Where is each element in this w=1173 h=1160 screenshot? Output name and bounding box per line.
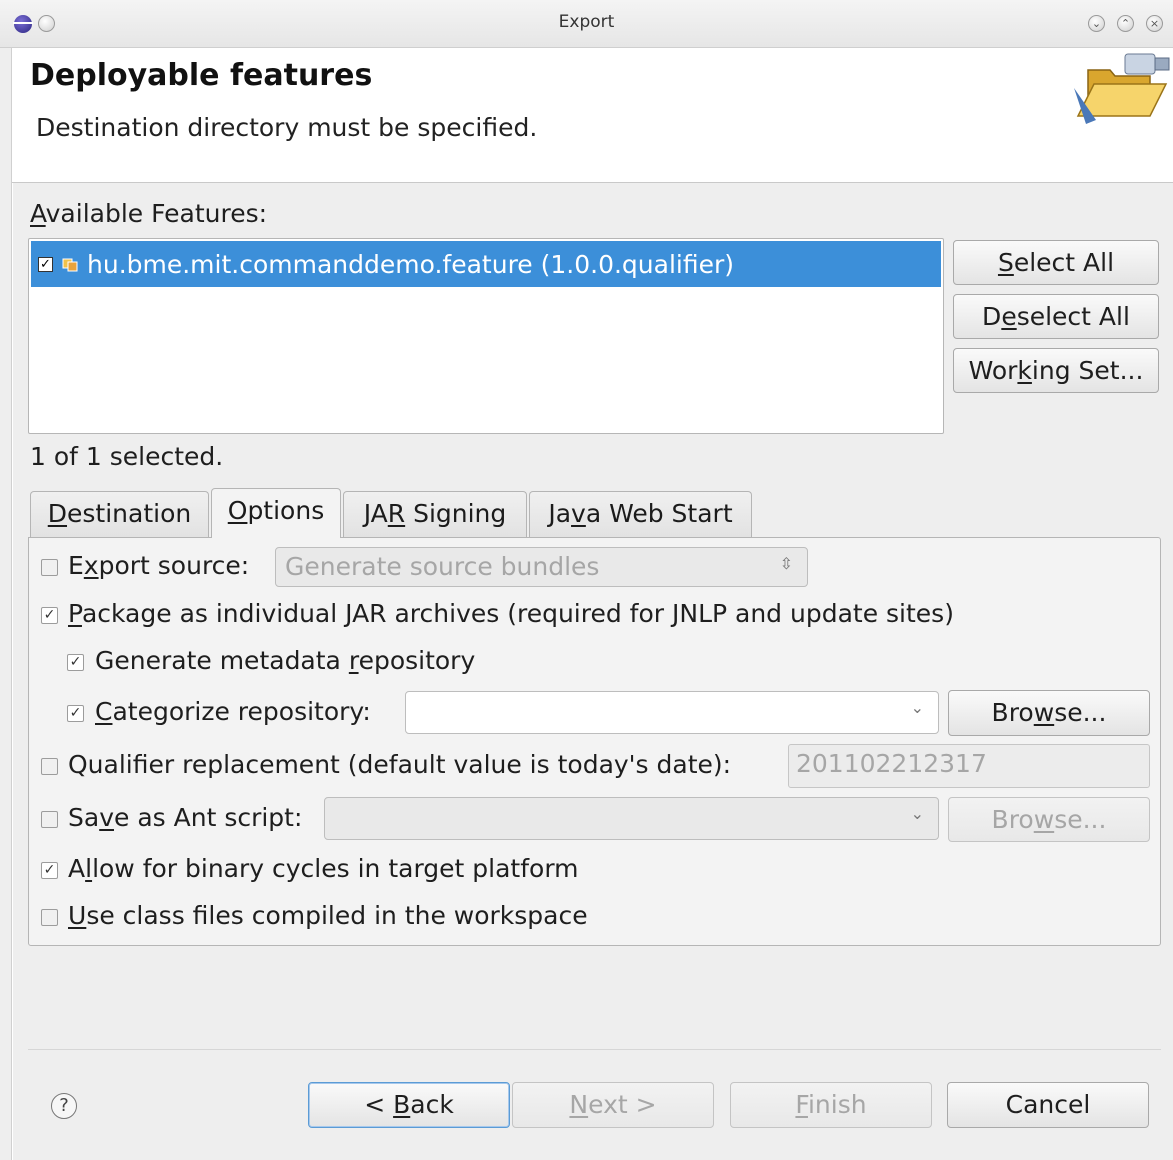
ant-script-combo[interactable]: ⌄ (324, 797, 939, 840)
close-icon[interactable]: × (1146, 15, 1163, 32)
categorize-browse-button[interactable]: Browse... (948, 690, 1150, 736)
deselect-all-button[interactable]: Deselect All (953, 294, 1159, 339)
ant-script-label: Save as Ant script: (68, 803, 303, 832)
binary-cycles-label: Allow for binary cycles in target platfo… (68, 854, 579, 883)
spinner-icon: ⇳ (779, 554, 793, 573)
class-files-label: Use class files compiled in the workspac… (68, 901, 588, 930)
qualifier-checkbox[interactable] (41, 758, 58, 775)
next-button[interactable]: Next > (512, 1082, 714, 1128)
feature-list[interactable]: ✓ hu.bme.mit.commanddemo.feature (1.0.0.… (28, 238, 944, 434)
qualifier-field[interactable]: 201102212317 (788, 744, 1150, 788)
minimize-icon[interactable]: ⌄ (1088, 15, 1105, 32)
working-set-button[interactable]: Working Set... (953, 348, 1159, 393)
export-folder-icon (1074, 53, 1170, 124)
window-edge (0, 48, 12, 1160)
qualifier-label: Qualifier replacement (default value is … (68, 750, 732, 779)
export-source-select[interactable]: Generate source bundles ⇳ (275, 547, 808, 587)
export-source-label: Export source: (68, 551, 250, 580)
categorize-label: Categorize repository: (95, 697, 371, 726)
ant-script-browse-button[interactable]: Browse... (948, 797, 1150, 842)
select-all-button[interactable]: Select All (953, 240, 1159, 285)
finish-button[interactable]: Finish (730, 1082, 932, 1128)
page-title: Deployable features (30, 58, 373, 93)
class-files-checkbox[interactable] (41, 909, 58, 926)
cancel-button[interactable]: Cancel (947, 1082, 1149, 1128)
export-source-checkbox[interactable] (41, 559, 58, 576)
categorize-combo[interactable]: ⌄ (405, 691, 939, 734)
ant-script-checkbox[interactable] (41, 811, 58, 828)
chevron-down-icon: ⌄ (910, 804, 924, 823)
chevron-down-icon: ⌄ (910, 698, 924, 717)
generate-metadata-checkbox[interactable]: ✓ (67, 654, 84, 671)
binary-cycles-checkbox[interactable]: ✓ (41, 862, 58, 879)
feature-label: hu.bme.mit.commanddemo.feature (1.0.0.qu… (87, 250, 735, 279)
tab-jar-signing[interactable]: JAR Signing (343, 491, 527, 537)
footer-divider (28, 1049, 1161, 1050)
package-jar-label: Package as individual JAR archives (requ… (68, 599, 954, 628)
title-bar: Export ⌄ ⌃ × (0, 0, 1173, 48)
generate-metadata-label: Generate metadata repository (95, 646, 476, 675)
feature-checkbox[interactable]: ✓ (38, 257, 53, 272)
selection-status: 1 of 1 selected. (30, 442, 224, 471)
list-item[interactable]: ✓ hu.bme.mit.commanddemo.feature (1.0.0.… (31, 241, 941, 287)
help-icon[interactable]: ? (51, 1093, 77, 1119)
tab-destination[interactable]: Destination (30, 491, 209, 537)
tab-options[interactable]: Options (211, 488, 341, 538)
categorize-checkbox[interactable]: ✓ (67, 705, 84, 722)
back-button[interactable]: < Back (308, 1082, 510, 1128)
feature-plugin-icon (62, 258, 78, 272)
error-message: Destination directory must be specified. (36, 113, 538, 142)
available-features-label: Available Features: (30, 199, 268, 228)
package-jar-checkbox[interactable]: ✓ (41, 607, 58, 624)
window-title: Export (558, 12, 615, 32)
maximize-icon[interactable]: ⌃ (1117, 15, 1134, 32)
tab-java-web-start[interactable]: Java Web Start (529, 491, 752, 537)
